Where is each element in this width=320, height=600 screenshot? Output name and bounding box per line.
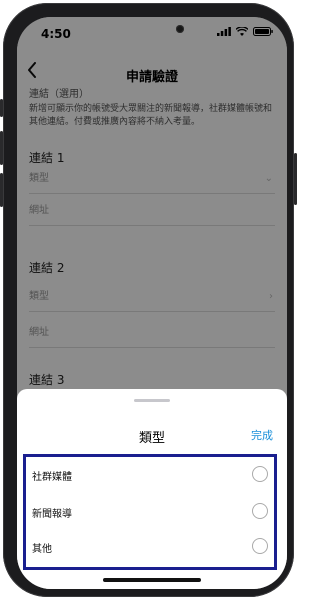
phone-frame: 4:50 申請驗證 連結（選用） 新增可顯示你的帳號受大眾關注的新聞報導，社群媒… (0, 3, 297, 597)
sheet-grabber[interactable] (134, 399, 170, 402)
option-label: 其他 (32, 544, 52, 555)
type-picker-sheet: 類型 完成 社群媒體 新聞報導 其他 (17, 389, 287, 589)
radio-button[interactable] (252, 538, 268, 554)
type-options-list: 社群媒體 新聞報導 其他 (23, 454, 277, 570)
radio-button[interactable] (252, 466, 268, 482)
option-label: 社群媒體 (32, 472, 72, 483)
volume-down-button (0, 173, 3, 207)
home-indicator[interactable] (103, 578, 201, 582)
option-news[interactable]: 新聞報導 (26, 494, 274, 530)
option-other[interactable]: 其他 (26, 529, 274, 565)
option-label: 新聞報導 (32, 509, 72, 520)
radio-button[interactable] (252, 503, 268, 519)
screen: 4:50 申請驗證 連結（選用） 新增可顯示你的帳號受大眾關注的新聞報導，社群媒… (17, 17, 287, 589)
option-social-media[interactable]: 社群媒體 (26, 457, 274, 493)
power-button (294, 153, 297, 205)
silent-switch (0, 99, 3, 117)
done-button[interactable]: 完成 (251, 427, 273, 443)
sheet-title: 類型 (138, 431, 165, 446)
volume-up-button (0, 131, 3, 165)
